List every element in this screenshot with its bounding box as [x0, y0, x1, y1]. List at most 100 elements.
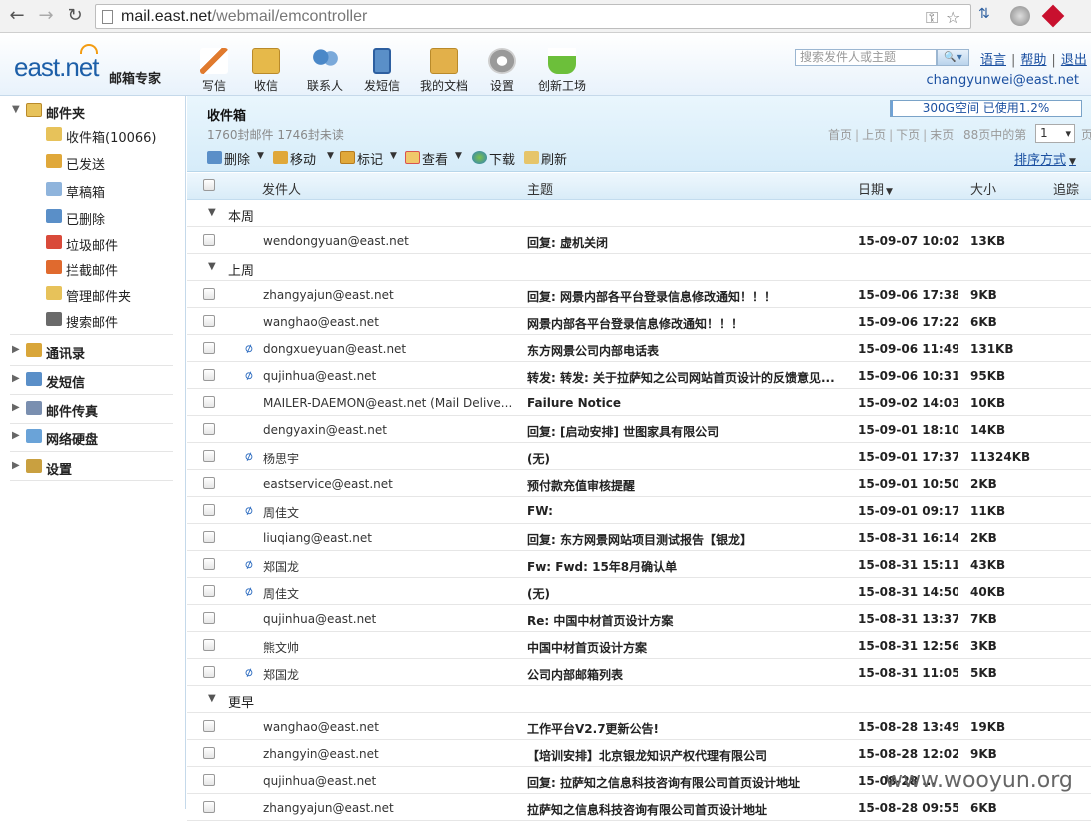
mail-row-checkbox[interactable] — [203, 423, 215, 435]
mail-row-checkbox[interactable] — [203, 504, 215, 516]
mail-row[interactable]: ⌀ qujinhua@east.net 转发: 转发: 关于拉萨知之公司网站首页设计… — [187, 362, 1091, 389]
mail-row[interactable]: ⌀ dongxueyuan@east.net 东方网景公司内部电话表 15-09-06… — [187, 335, 1091, 362]
mark-button[interactable]: 标记 ▼ — [340, 148, 400, 168]
column-sender[interactable]: 发件人 — [262, 179, 301, 198]
chevron-down-icon[interactable]: ▼ — [208, 261, 216, 272]
mail-row-checkbox[interactable] — [203, 288, 215, 300]
date-group-header[interactable]: ▼ 上周 — [187, 254, 1091, 281]
sort-button[interactable]: 排序方式 ▼ — [1014, 149, 1076, 168]
move-button[interactable]: 移动 ▼ — [273, 148, 339, 168]
mail-subject[interactable]: 中国中材首页设计方案 — [527, 639, 847, 656]
compose-button[interactable]: 写信 — [200, 48, 228, 94]
sidebar-group-mailbox[interactable]: ▼ 邮件夹 — [12, 101, 182, 123]
mail-row-checkbox[interactable] — [203, 666, 215, 678]
mail-row-checkbox[interactable] — [203, 585, 215, 597]
mail-subject[interactable]: 公司内部邮箱列表 — [527, 666, 847, 683]
mail-row-checkbox[interactable] — [203, 720, 215, 732]
settings-button[interactable]: 设置 — [488, 48, 516, 94]
next-page-link[interactable]: 下页 — [896, 128, 920, 142]
mail-subject[interactable]: 【培训安排】北京银龙知识产权代理有限公司 — [527, 747, 847, 764]
reload-icon[interactable]: ↻ — [64, 5, 86, 27]
sidebar-group[interactable]: ▶ 设置 — [12, 457, 182, 479]
sidebar-item-folder[interactable]: 已删除 — [46, 207, 181, 229]
mail-subject[interactable]: 回复: 东方网景网站项目测试报告【银龙】 — [527, 531, 847, 548]
mail-subject[interactable]: Re: 中国中材首页设计方案 — [527, 612, 847, 629]
chevron-right-icon[interactable]: ▶ — [12, 430, 20, 441]
forward-arrow-icon[interactable]: → — [35, 5, 57, 27]
mail-row-checkbox[interactable] — [203, 558, 215, 570]
help-link[interactable]: 帮助 — [1020, 53, 1046, 68]
mail-row[interactable]: ⌀ 郑国龙 Fw: Fwd: 15年8月确认单 15-08-31 15:11 43KB — [187, 551, 1091, 578]
mail-subject[interactable]: 网景内部各平台登录信息修改通知！！！ — [527, 315, 847, 332]
bookmark-star-icon[interactable]: ☆ — [946, 8, 960, 27]
sidebar-item-folder[interactable]: 管理邮件夹 — [46, 284, 181, 306]
column-size[interactable]: 大小 — [970, 179, 996, 198]
logout-link[interactable]: 退出 — [1061, 53, 1087, 68]
first-page-link[interactable]: 首页 — [828, 128, 852, 142]
mail-row[interactable]: wendongyuan@east.net 回复: 虚机关闭 15-09-07 10:… — [187, 227, 1091, 254]
chevron-down-icon[interactable]: ▼ — [208, 207, 216, 218]
chevron-right-icon[interactable]: ▶ — [12, 373, 20, 384]
column-date[interactable]: 日期 ▼ — [858, 179, 893, 198]
delete-button[interactable]: 删除 ▼ — [207, 148, 267, 168]
mail-subject[interactable]: 预付款充值审核提醒 — [527, 477, 847, 494]
sidebar-item-folder[interactable]: 垃圾邮件 — [46, 233, 181, 255]
innovation-button[interactable]: 创新工场 — [536, 48, 588, 94]
mail-subject[interactable]: FW: — [527, 504, 847, 518]
mail-row-checkbox[interactable] — [203, 639, 215, 651]
mail-row[interactable]: zhangyajun@east.net 回复: 网景内部各平台登录信息修改通知！！… — [187, 281, 1091, 308]
mail-row[interactable]: qujinhua@east.net Re: 中国中材首页设计方案 15-08-31 … — [187, 605, 1091, 632]
mail-row-checkbox[interactable] — [203, 369, 215, 381]
mail-row-checkbox[interactable] — [203, 477, 215, 489]
download-extension-icon[interactable]: ⇅ — [978, 6, 998, 26]
sms-button[interactable]: 发短信 — [362, 48, 402, 94]
documents-button[interactable]: 我的文档 — [418, 48, 470, 94]
view-button[interactable]: 查看 ▼ — [405, 148, 467, 168]
mail-row[interactable]: 熊文帅 中国中材首页设计方案 15-08-31 12:56 3KB — [187, 632, 1091, 659]
refresh-button[interactable]: 刷新 — [524, 148, 574, 168]
page-select[interactable]: 1 — [1035, 124, 1075, 143]
lastpass-extension-icon[interactable] — [1041, 4, 1065, 28]
mail-row[interactable]: zhangyajun@east.net 拉萨知之信息科技咨询有限公司首页设计地址 1… — [187, 794, 1091, 821]
sidebar-item-folder[interactable]: 搜索邮件 — [46, 310, 181, 332]
mail-subject[interactable]: 转发: 转发: 关于拉萨知之公司网站首页设计的反馈意见... — [527, 369, 847, 386]
mail-subject[interactable]: (无) — [527, 450, 847, 467]
sidebar-group[interactable]: ▶ 网络硬盘 — [12, 427, 182, 449]
chevron-right-icon[interactable]: ▶ — [12, 460, 20, 471]
sidebar-item-folder[interactable]: 收件箱(10066) — [46, 125, 181, 147]
mail-subject[interactable]: (无) — [527, 585, 847, 602]
mail-row-checkbox[interactable] — [203, 747, 215, 759]
mail-subject[interactable]: Failure Notice — [527, 396, 847, 410]
mail-row[interactable]: wanghao@east.net 网景内部各平台登录信息修改通知！！！ 15-09-… — [187, 308, 1091, 335]
globe-extension-icon[interactable] — [1010, 6, 1030, 26]
date-group-header[interactable]: ▼ 更早 — [187, 686, 1091, 713]
chevron-right-icon[interactable]: ▶ — [12, 402, 20, 413]
select-all-checkbox[interactable] — [203, 179, 215, 191]
mail-row-checkbox[interactable] — [203, 531, 215, 543]
mail-subject[interactable]: 东方网景公司内部电话表 — [527, 342, 847, 359]
mail-row[interactable]: zhangyin@east.net 【培训安排】北京银龙知识产权代理有限公司 15-… — [187, 740, 1091, 767]
mail-subject[interactable]: 回复: 虚机关闭 — [527, 234, 847, 251]
mail-subject[interactable]: 拉萨知之信息科技咨询有限公司首页设计地址 — [527, 801, 847, 818]
mail-row-checkbox[interactable] — [203, 342, 215, 354]
mail-row[interactable]: ⌀ 周佳文 (无) 15-08-31 14:50 40KB — [187, 578, 1091, 605]
mail-row[interactable]: liuqiang@east.net 回复: 东方网景网站项目测试报告【银龙】 15-… — [187, 524, 1091, 551]
column-subject[interactable]: 主题 — [527, 179, 553, 198]
mail-row-checkbox[interactable] — [203, 396, 215, 408]
sidebar-group[interactable]: ▶ 通讯录 — [12, 341, 182, 363]
sidebar-item-folder[interactable]: 拦截邮件 — [46, 258, 181, 280]
sidebar-group[interactable]: ▶ 邮件传真 — [12, 399, 182, 421]
mail-row-checkbox[interactable] — [203, 612, 215, 624]
mail-row-checkbox[interactable] — [203, 234, 215, 246]
chevron-down-icon[interactable]: ▼ — [12, 104, 20, 115]
mail-row[interactable]: ⌀ 郑国龙 公司内部邮箱列表 15-08-31 11:05 5KB — [187, 659, 1091, 686]
mail-row[interactable]: MAILER-DAEMON@east.net (Mail Delive... Fa… — [187, 389, 1091, 416]
language-link[interactable]: 语言 — [980, 53, 1006, 68]
mail-row-checkbox[interactable] — [203, 315, 215, 327]
mail-row[interactable]: ⌀ 杨思宇 (无) 15-09-01 17:37 11324KB — [187, 443, 1091, 470]
mail-subject[interactable]: 回复: [启动安排] 世图家具有限公司 — [527, 423, 847, 440]
chevron-right-icon[interactable]: ▶ — [12, 344, 20, 355]
contacts-button[interactable]: 联系人 — [305, 48, 345, 94]
sidebar-group[interactable]: ▶ 发短信 — [12, 370, 182, 392]
mail-row[interactable]: wanghao@east.net 工作平台V2.7更新公告! 15-08-28 13… — [187, 713, 1091, 740]
